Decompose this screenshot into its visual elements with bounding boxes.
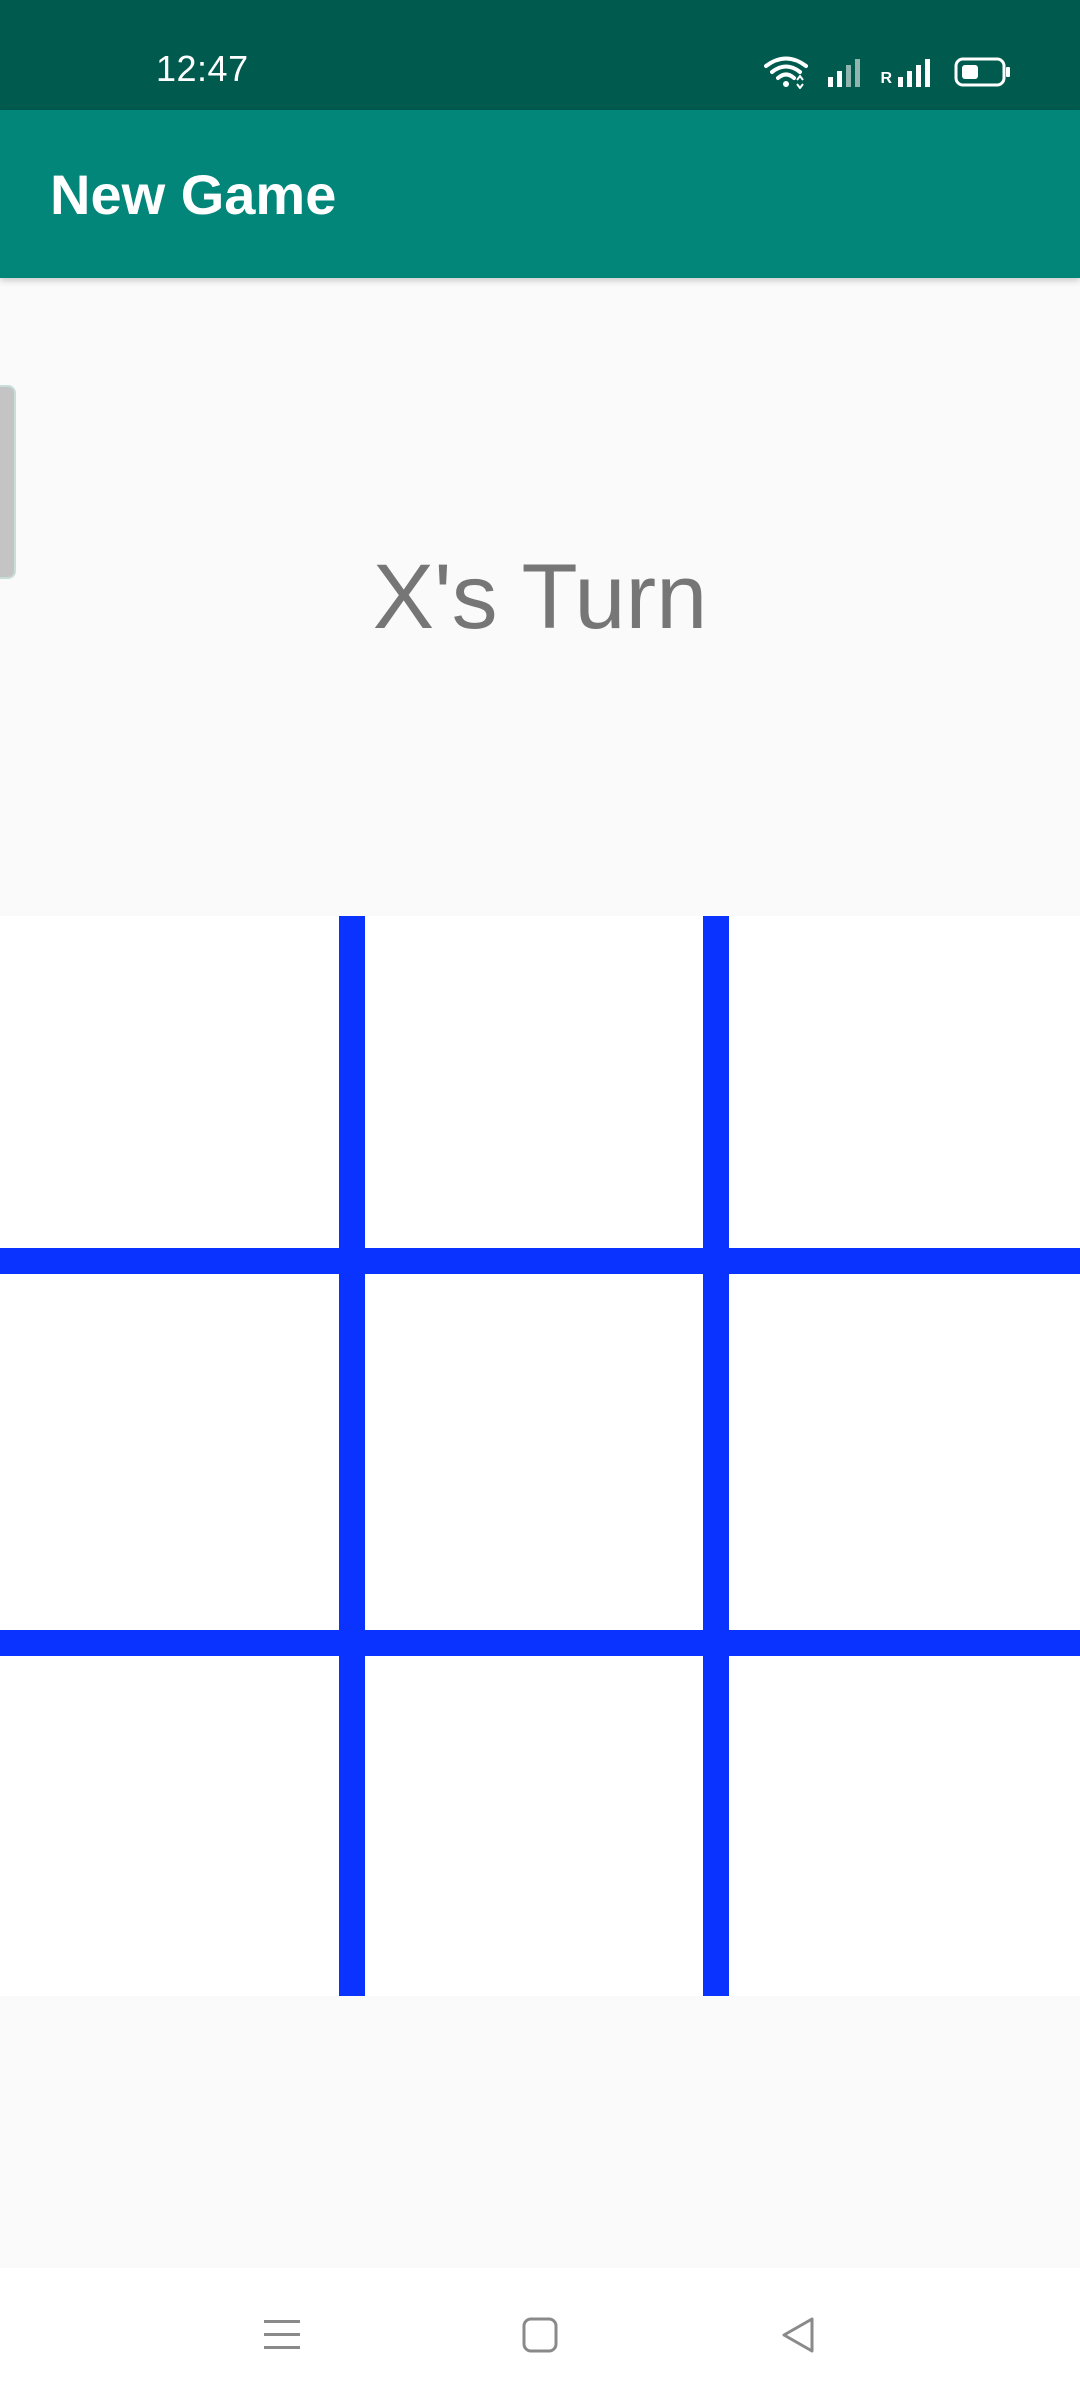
board-cell-1-3[interactable]: [729, 916, 1080, 1248]
grid-line-horizontal-1: [0, 1248, 1080, 1274]
roaming-signal-icon: R: [880, 57, 936, 87]
menu-icon: [262, 2317, 302, 2358]
board-cell-2-3[interactable]: [729, 1274, 1080, 1630]
app-bar: New Game: [0, 110, 1080, 278]
board-cell-3-1[interactable]: [0, 1656, 339, 1996]
grid-line-vertical-1: [339, 916, 365, 1996]
navigation-bar: [0, 2268, 1080, 2400]
board-cell-3-3[interactable]: [729, 1656, 1080, 1996]
grid-line-vertical-2: [703, 916, 729, 1996]
status-time: 12:47: [156, 48, 249, 89]
signal-icon: [826, 57, 862, 87]
board-cell-2-1[interactable]: [0, 1274, 339, 1630]
menu-button[interactable]: [252, 2312, 312, 2362]
home-icon: [521, 2316, 559, 2359]
home-button[interactable]: [510, 2312, 570, 2362]
grid-line-horizontal-2: [0, 1630, 1080, 1656]
back-icon: [778, 2315, 818, 2360]
screen: 12:47 R New Game X's Turn: [0, 0, 1080, 2400]
board-cell-2-2[interactable]: [365, 1274, 703, 1630]
back-button[interactable]: [768, 2312, 828, 2362]
board-cell-1-2[interactable]: [365, 916, 703, 1248]
wifi-icon: [764, 55, 809, 89]
board-cell-1-1[interactable]: [0, 916, 339, 1248]
roaming-label: R: [880, 70, 892, 87]
status-icons: R: [764, 52, 1012, 92]
status-bar: 12:47 R: [0, 0, 1080, 110]
game-board: [0, 916, 1080, 1996]
board-cell-3-2[interactable]: [365, 1656, 703, 1996]
battery-icon: [954, 57, 1012, 87]
turn-indicator: X's Turn: [372, 546, 708, 648]
app-title: New Game: [50, 163, 337, 226]
